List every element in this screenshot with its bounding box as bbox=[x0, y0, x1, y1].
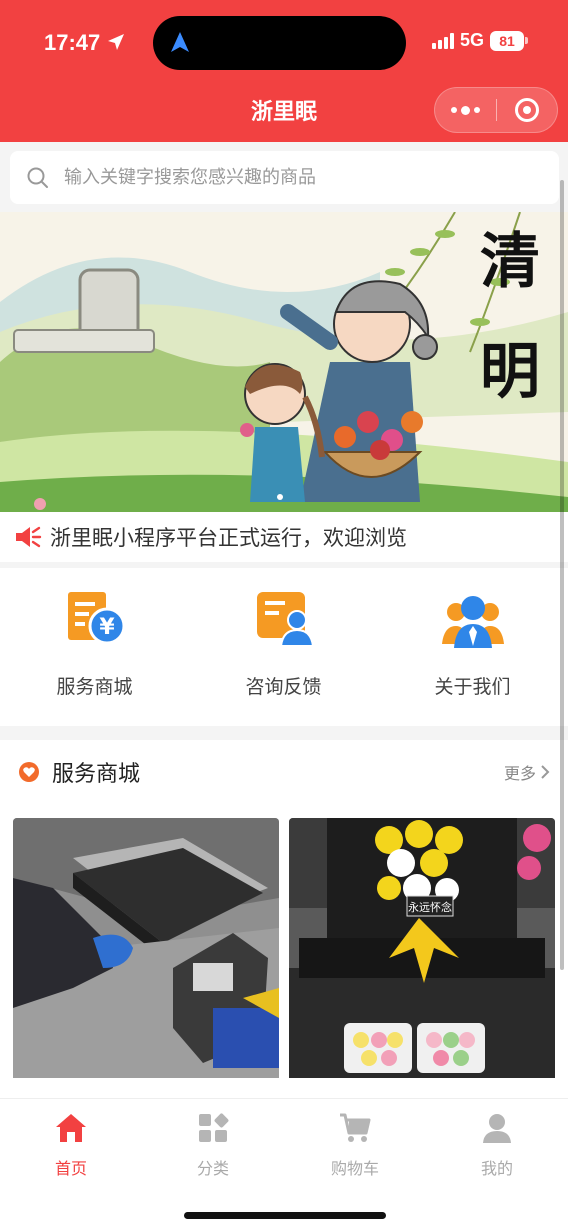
product-image: 永远怀念 bbox=[289, 818, 555, 1078]
tab-mine[interactable]: 我的 bbox=[426, 1099, 568, 1231]
status-time: 17:47 bbox=[44, 30, 101, 55]
navigation-icon bbox=[171, 32, 189, 52]
section-header: 服务商城 更多 bbox=[0, 740, 568, 804]
network-type: 5G bbox=[459, 30, 484, 50]
location-arrow-icon bbox=[108, 34, 124, 50]
product-card[interactable]: 永远怀念 bbox=[289, 818, 555, 1078]
quick-label: 咨询反馈 bbox=[245, 676, 322, 698]
close-miniprogram-button[interactable] bbox=[497, 87, 557, 133]
shop-yen-icon: ¥ bbox=[67, 592, 125, 645]
dynamic-island bbox=[153, 16, 406, 70]
notice-text: 浙里眠小程序平台正式运行，欢迎浏览 bbox=[50, 526, 407, 550]
more-link[interactable]: 更多 bbox=[504, 760, 550, 784]
tab-label: 分类 bbox=[196, 1159, 229, 1178]
quick-label: 关于我们 bbox=[434, 676, 511, 698]
about-us-icon bbox=[441, 596, 504, 648]
chevron-right-icon bbox=[541, 765, 550, 779]
scrollbar[interactable] bbox=[560, 180, 564, 970]
tab-home[interactable]: 首页 bbox=[0, 1099, 142, 1231]
category-icon bbox=[199, 1113, 229, 1142]
quick-label: 服务商城 bbox=[56, 676, 133, 698]
quick-item-consult[interactable]: 咨询反馈 bbox=[189, 568, 378, 726]
tab-label: 首页 bbox=[54, 1159, 87, 1178]
svg-text:¥: ¥ bbox=[99, 615, 115, 640]
battery-level: 81 bbox=[490, 30, 524, 51]
banner-carousel[interactable]: 清 明 bbox=[0, 212, 568, 512]
user-icon bbox=[483, 1114, 511, 1143]
product-image bbox=[13, 818, 279, 1078]
heart-badge-icon bbox=[19, 762, 39, 782]
more-label: 更多 bbox=[503, 764, 536, 783]
wreath-text: 永远怀念 bbox=[408, 900, 452, 914]
status-indicators: 5G 81 bbox=[431, 30, 528, 51]
home-icon bbox=[56, 1114, 86, 1142]
section-title: 服务商城 bbox=[52, 762, 141, 787]
quick-item-service-mall[interactable]: ¥ 服务商城 bbox=[0, 568, 189, 726]
quick-item-about-us[interactable]: 关于我们 bbox=[378, 568, 567, 726]
service-mall-section: 服务商城 更多 永远怀念 bbox=[0, 740, 568, 1098]
banner-illustration: 清 明 bbox=[0, 212, 568, 512]
home-indicator[interactable] bbox=[184, 1212, 386, 1219]
tab-label: 购物车 bbox=[330, 1159, 379, 1178]
target-icon bbox=[514, 98, 539, 122]
tab-label: 我的 bbox=[480, 1159, 513, 1178]
search-icon bbox=[27, 167, 48, 188]
more-options-button[interactable] bbox=[435, 87, 496, 133]
search-input[interactable] bbox=[64, 167, 559, 188]
cart-icon bbox=[340, 1113, 371, 1142]
banner-caption-1: 清 bbox=[480, 227, 540, 297]
battery-icon: 81 bbox=[490, 30, 528, 51]
banner-caption-2: 明 bbox=[480, 337, 540, 407]
quick-menu: ¥ 服务商城 咨询反馈 关于我们 bbox=[0, 568, 568, 726]
notice-bar[interactable]: 浙里眠小程序平台正式运行，欢迎浏览 bbox=[0, 512, 568, 562]
miniprogram-capsule bbox=[434, 87, 558, 133]
product-card[interactable] bbox=[13, 818, 279, 1078]
signal-icon bbox=[431, 32, 454, 49]
speaker-icon bbox=[16, 526, 42, 548]
top-header: 17:47 5G 81 浙里眠 bbox=[0, 0, 568, 142]
search-bar[interactable] bbox=[10, 151, 559, 204]
consult-icon bbox=[256, 592, 314, 647]
